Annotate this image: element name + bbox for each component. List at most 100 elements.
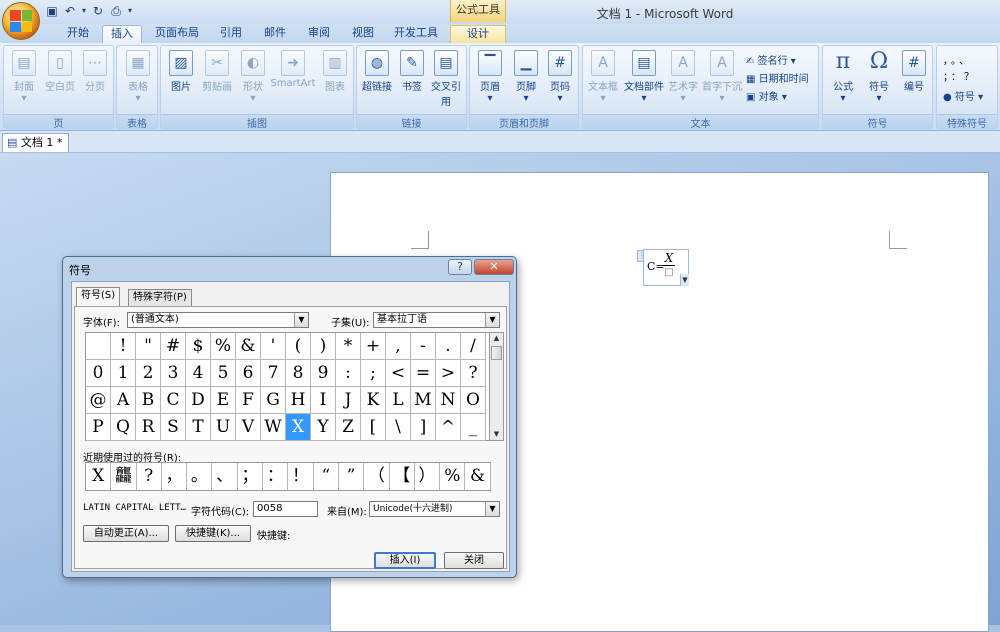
subset-select[interactable]: 基本拉丁语 ▼ xyxy=(373,312,500,328)
undo-icon[interactable]: ↶ xyxy=(62,3,78,19)
symbol-cell[interactable]: < xyxy=(386,360,411,387)
symbol-cell[interactable]: D xyxy=(186,387,211,414)
symbol-cell[interactable]: G xyxy=(261,387,286,414)
redo-icon[interactable]: ↻ xyxy=(90,3,106,19)
symbol-cell[interactable]: 1 xyxy=(111,360,136,387)
recent-symbol-cell[interactable]: 。 xyxy=(187,463,213,490)
symbol-cell[interactable]: " xyxy=(136,333,161,360)
tab-page-layout[interactable]: 页面布局 xyxy=(148,25,206,43)
drop-cap-button[interactable]: A 首字下沉 ▾ xyxy=(701,50,743,104)
recent-symbol-cell[interactable]: ！ xyxy=(288,463,314,490)
shapes-button[interactable]: ◐ 形状 ▾ xyxy=(237,50,269,104)
symbol-cell[interactable]: & xyxy=(236,333,261,360)
symbol-cell[interactable]: - xyxy=(411,333,436,360)
recent-symbol-cell[interactable]: % xyxy=(440,463,466,490)
recent-symbol-cell[interactable]: 、 xyxy=(212,463,238,490)
symbol-cell[interactable]: [ xyxy=(361,414,386,441)
symbol-cell[interactable]: ! xyxy=(111,333,136,360)
print-preview-icon[interactable]: ⎙ xyxy=(108,3,124,19)
cover-page-button[interactable]: ▤ 封面 ▾ xyxy=(8,50,40,104)
hyperlink-button[interactable]: ◍ 超链接 xyxy=(359,50,395,93)
symbol-cell[interactable]: S xyxy=(161,414,186,441)
tab-mailings[interactable]: 邮件 xyxy=(256,25,294,43)
recent-symbol-cell[interactable]: ” xyxy=(339,463,365,490)
symbol-cell[interactable]: \ xyxy=(386,414,411,441)
tab-view[interactable]: 视图 xyxy=(344,25,382,43)
recent-symbol-cell[interactable]: ； xyxy=(238,463,264,490)
symbol-cell[interactable]: L xyxy=(386,387,411,414)
symbol-cell[interactable]: , xyxy=(386,333,411,360)
equation-box[interactable]: ⋮ C= X □ ▼ xyxy=(637,249,689,286)
tab-symbols[interactable]: 符号(S) xyxy=(76,287,121,307)
symbol-cell[interactable]: % xyxy=(211,333,236,360)
tab-design[interactable]: 设计 xyxy=(450,25,506,43)
autocorrect-button[interactable]: 自动更正(A)... xyxy=(83,525,169,542)
symbol-cell[interactable]: O xyxy=(461,387,486,414)
recent-symbol-cell[interactable]: （ xyxy=(364,463,390,490)
textbox-button[interactable]: A 文本框 ▾ xyxy=(587,50,619,104)
recent-symbol-cell[interactable]: ： xyxy=(263,463,289,490)
symbol-cell[interactable]: * xyxy=(336,333,361,360)
symbol-cell[interactable] xyxy=(86,333,111,360)
symbol-cell[interactable]: 5 xyxy=(211,360,236,387)
symbol-cell[interactable]: . xyxy=(436,333,461,360)
font-select[interactable]: (普通文本) ▼ xyxy=(127,312,309,328)
special-symbols-row-2[interactable]: ；：？ xyxy=(943,68,977,83)
clipart-button[interactable]: ✂ 剪贴画 xyxy=(199,50,235,93)
scroll-thumb[interactable] xyxy=(491,346,502,360)
symbol-cell[interactable]: C xyxy=(161,387,186,414)
symbol-cell[interactable]: J xyxy=(336,387,361,414)
tab-home[interactable]: 开始 xyxy=(58,25,98,43)
blank-page-button[interactable]: ▯ 空白页 xyxy=(42,50,78,93)
bookmark-button[interactable]: ✎ 书签 xyxy=(397,50,427,93)
scroll-down-icon[interactable]: ▼ xyxy=(490,429,503,440)
symbol-cell[interactable]: Y xyxy=(311,414,336,441)
equation-options-icon[interactable]: ▼ xyxy=(680,274,689,286)
symbol-cell[interactable]: R xyxy=(136,414,161,441)
symbol-cell[interactable]: 6 xyxy=(236,360,261,387)
symbol-cell[interactable]: ^ xyxy=(436,414,461,441)
recent-symbols[interactable]: X 龘?，。、；：！ “” （【）% & xyxy=(85,462,491,491)
symbol-cell[interactable]: > xyxy=(436,360,461,387)
symbol-cell[interactable]: _ xyxy=(461,414,486,441)
symbol-cell[interactable]: = xyxy=(411,360,436,387)
save-icon[interactable]: ▣ xyxy=(44,3,60,19)
symbol-cell[interactable]: 2 xyxy=(136,360,161,387)
symbol-cell[interactable]: + xyxy=(361,333,386,360)
symbol-cell[interactable]: H xyxy=(286,387,311,414)
quick-parts-button[interactable]: ▤ 文档部件 ▾ xyxy=(623,50,665,104)
wordart-button[interactable]: A 艺术字 ▾ xyxy=(667,50,699,104)
symbol-cell[interactable]: 3 xyxy=(161,360,186,387)
symbol-cell[interactable]: V xyxy=(236,414,261,441)
symbol-cell-selected[interactable]: X xyxy=(286,414,311,441)
symbol-cell[interactable]: ; xyxy=(361,360,386,387)
insert-button[interactable]: 插入(I) xyxy=(374,552,436,569)
shortcut-key-button[interactable]: 快捷键(K)... xyxy=(175,525,251,542)
special-symbols-row-1[interactable]: ，。、 xyxy=(943,52,972,67)
char-code-input[interactable]: 0058 xyxy=(253,501,318,517)
symbol-cell[interactable]: 7 xyxy=(261,360,286,387)
scroll-up-icon[interactable]: ▲ xyxy=(490,333,503,344)
symbol-cell[interactable]: N xyxy=(436,387,461,414)
close-button[interactable]: 关闭 xyxy=(444,552,504,569)
help-button[interactable]: ? xyxy=(448,259,472,275)
tab-insert[interactable]: 插入 xyxy=(102,25,142,43)
picture-button[interactable]: ▨ 图片 xyxy=(165,50,197,93)
symbol-cell[interactable]: $ xyxy=(186,333,211,360)
office-button[interactable] xyxy=(2,2,40,40)
symbol-cell[interactable]: / xyxy=(461,333,486,360)
symbol-cell[interactable]: @ xyxy=(86,387,111,414)
symbol-cell[interactable]: ? xyxy=(461,360,486,387)
symbol-cell[interactable]: 9 xyxy=(311,360,336,387)
symbol-cell[interactable]: E xyxy=(211,387,236,414)
symbol-cell[interactable]: B xyxy=(136,387,161,414)
tab-review[interactable]: 审阅 xyxy=(300,25,338,43)
recent-symbol-cell[interactable]: 龘 xyxy=(111,463,137,490)
undo-dropdown-icon[interactable]: ▾ xyxy=(80,3,88,19)
date-time-button[interactable]: ▦ 日期和时间 xyxy=(746,70,809,85)
symbol-cell[interactable]: A xyxy=(111,387,136,414)
symbol-cell[interactable]: M xyxy=(411,387,436,414)
symbol-cell[interactable]: 4 xyxy=(186,360,211,387)
symbol-grid-scrollbar[interactable]: ▲ ▼ xyxy=(490,332,504,441)
recent-symbol-cell[interactable]: “ xyxy=(314,463,339,490)
